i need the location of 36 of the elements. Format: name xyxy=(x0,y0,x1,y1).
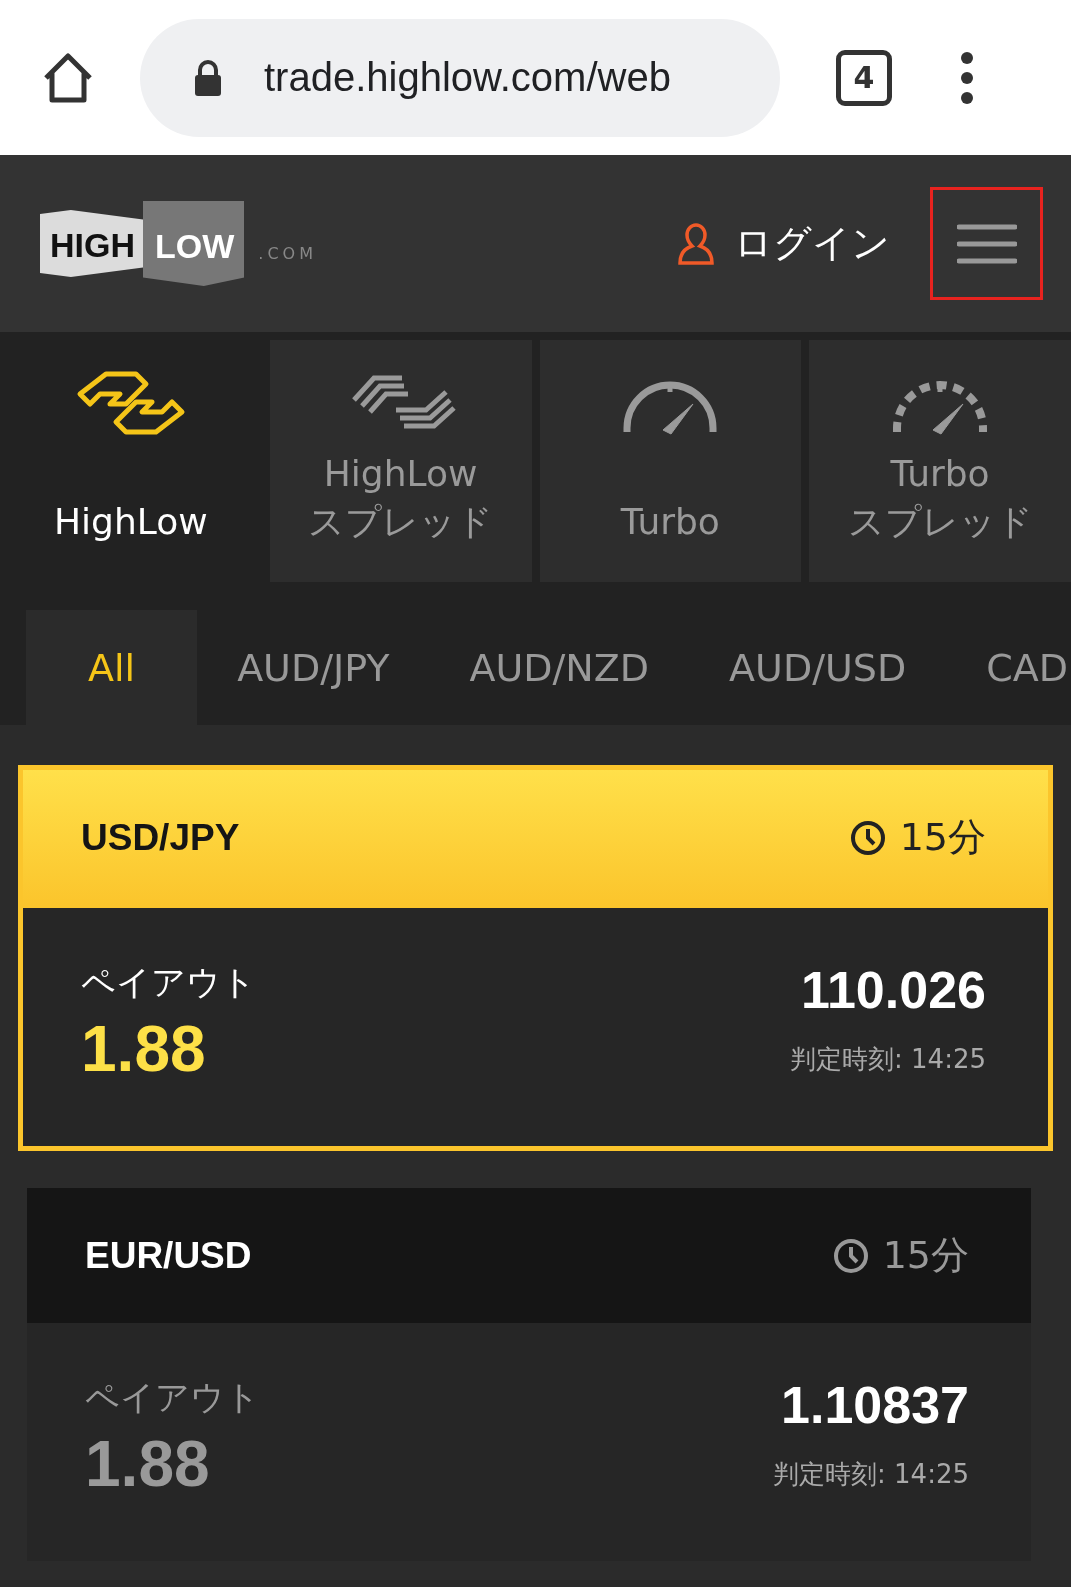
duration: 15分 xyxy=(899,814,986,861)
address-bar[interactable]: trade.highlow.com/web xyxy=(140,18,780,137)
currency-pair: EUR/USD xyxy=(85,1234,252,1277)
payout-label: ペイアウト xyxy=(85,1376,260,1419)
asset-tab[interactable]: AUD/JPY xyxy=(197,610,430,725)
payout-value: 1.88 xyxy=(81,1012,207,1086)
product-tab[interactable]: Turbo xyxy=(539,340,802,582)
logo-low: LOW xyxy=(143,201,245,286)
asset-card[interactable]: EUR/USD 15分 ペイアウト 1.88 1.10837 判定時刻: 14:25 xyxy=(27,1188,1031,1561)
asset-tab[interactable]: AUD/USD xyxy=(689,610,947,725)
logo-suffix: .COM xyxy=(258,244,317,263)
rate-value: 110.026 xyxy=(800,960,986,1020)
product-tab[interactable]: Turbo スプレッド xyxy=(809,340,1071,582)
close-time: 判定時刻: 14:25 xyxy=(773,1458,969,1491)
linked-hexagons-icon xyxy=(75,370,186,436)
asset-card[interactable]: USD/JPY 15分 ペイアウト 1.88 110.026 判定時刻: 14:25 xyxy=(18,765,1053,1151)
asset-tab[interactable]: All xyxy=(26,610,198,725)
login-button[interactable]: ログイン xyxy=(676,218,890,269)
duration: 15分 xyxy=(882,1232,969,1279)
clock-icon xyxy=(849,819,886,856)
rate-value: 1.10837 xyxy=(781,1375,969,1435)
menu-button[interactable] xyxy=(930,187,1043,300)
user-icon xyxy=(676,221,716,266)
payout-label: ペイアウト xyxy=(81,961,256,1004)
product-tab[interactable]: HighLow スプレッド xyxy=(269,340,532,582)
clock-icon xyxy=(832,1237,869,1274)
more-options-icon[interactable] xyxy=(960,49,974,106)
currency-pair: USD/JPY xyxy=(81,816,240,859)
asset-tab[interactable]: CAD xyxy=(946,610,1071,725)
tab-count-button[interactable]: 4 xyxy=(836,49,892,106)
logo-high: HIGH xyxy=(40,210,143,277)
close-time: 判定時刻: 14:25 xyxy=(790,1043,986,1076)
asset-tab[interactable]: AUD/NZD xyxy=(429,610,690,725)
lock-icon xyxy=(192,57,224,98)
payout-value: 1.88 xyxy=(85,1427,211,1501)
url-text: trade.highlow.com/web xyxy=(264,55,671,100)
